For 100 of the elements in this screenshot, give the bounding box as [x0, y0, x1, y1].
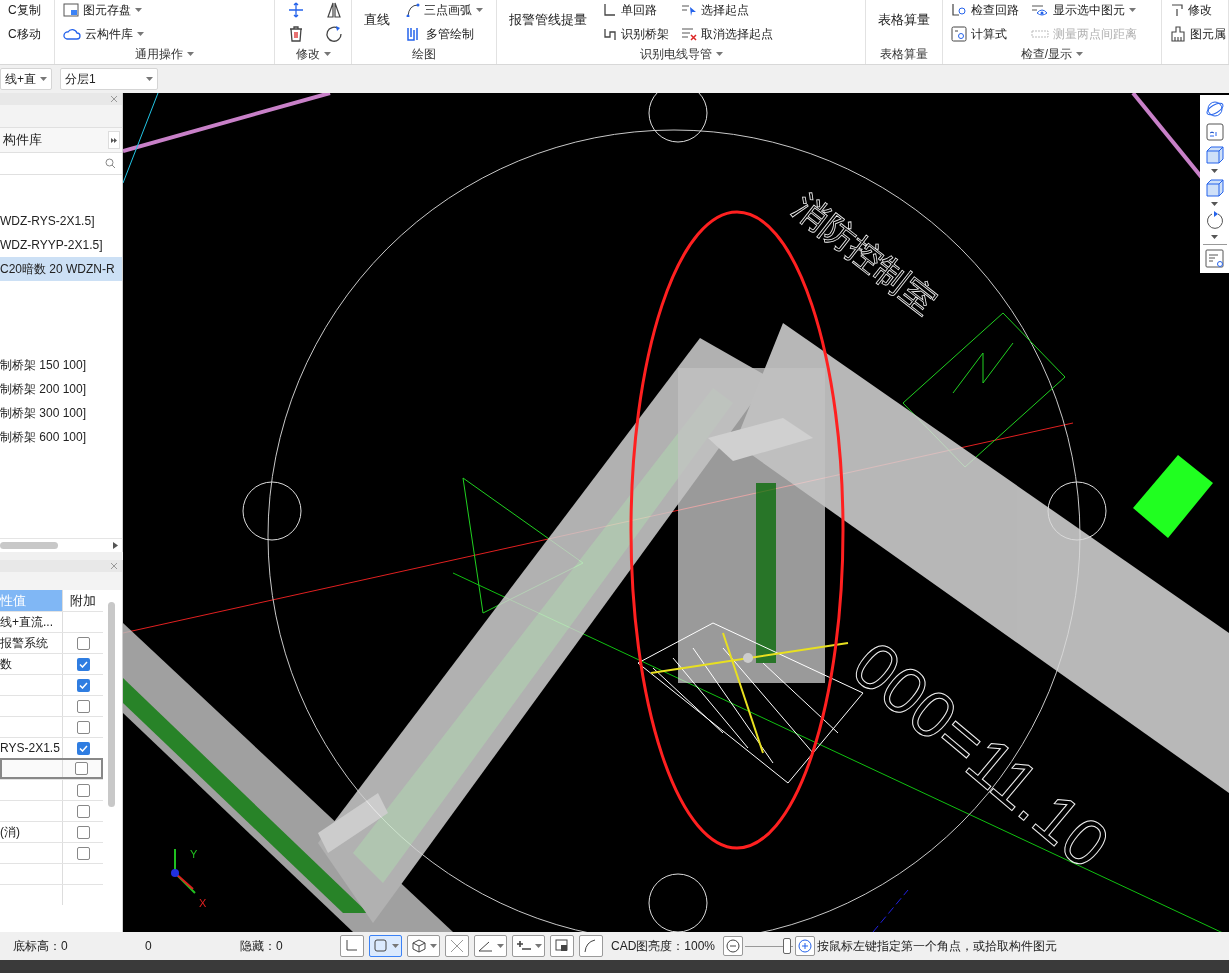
tree-item[interactable]: WDZ-RYYP-2X1.5] [0, 233, 122, 257]
calculator-icon [951, 26, 967, 42]
ribbon-button[interactable]: 三点画弧 [406, 0, 483, 20]
eye-icon [1031, 3, 1049, 17]
scrollbar-thumb[interactable] [0, 542, 58, 549]
status-hint: 按鼠标左键指定第一个角点，或拾取构件图元 [817, 938, 1058, 955]
minus-icon [726, 939, 741, 953]
table-cell-text: RYS-2X1.5 [0, 740, 61, 757]
scroll-right-icon[interactable] [113, 542, 118, 549]
ribbon-group-label[interactable]: 修改 [295, 45, 331, 63]
close-icon[interactable] [110, 95, 118, 103]
ribbon-button[interactable]: 报警管线提量 [505, 0, 591, 40]
ribbon-button[interactable]: 云构件库 [63, 24, 144, 44]
pointer-icon [681, 3, 697, 17]
ribbon-button[interactable]: 显示选中图元 [1031, 0, 1137, 20]
checkbox[interactable] [76, 678, 90, 692]
ribbon-button[interactable]: 识别桥架 [603, 24, 669, 44]
checkbox[interactable] [76, 699, 90, 713]
scrollbar-thumb[interactable] [107, 602, 115, 807]
trash-icon [288, 25, 304, 43]
rotate-icon [325, 25, 343, 43]
arc-icon [406, 3, 420, 17]
ribbon-button[interactable]: 单回路 [603, 0, 669, 20]
zoom-in-button[interactable] [795, 936, 816, 956]
ribbon-button[interactable]: 检查回路 [951, 0, 1019, 20]
checkbox[interactable] [76, 825, 90, 839]
tree-item[interactable]: C20暗数 20 WDZN-R [0, 257, 122, 281]
rect-tool-icon [372, 937, 390, 955]
tree-item[interactable]: 制桥架 150 100] [0, 353, 122, 377]
checkbox[interactable] [76, 783, 90, 797]
layer-dropdown[interactable]: 线+直 [0, 68, 52, 90]
checkbox[interactable] [76, 636, 90, 650]
ribbon-button[interactable]: 图元存盘 [63, 0, 144, 20]
table-cell-text: 线+直流... [0, 614, 54, 631]
ribbon-group-label[interactable]: 绘图 [412, 45, 436, 63]
checkbox[interactable] [75, 762, 89, 775]
rotate-icon[interactable] [1204, 211, 1225, 231]
ribbon-button[interactable]: C移动 [8, 24, 41, 44]
ribbon-button[interactable]: 直线 [360, 0, 394, 40]
cross-tool-icon [448, 937, 466, 955]
save-icon [63, 3, 79, 17]
layer-dropdown[interactable]: 分层1 [60, 68, 158, 90]
loop-icon [603, 3, 617, 17]
ribbon-button[interactable]: 表格算量 [874, 0, 934, 40]
axis-label: X [199, 897, 207, 909]
room-label: 消防控制室 [786, 186, 945, 322]
tree-item[interactable]: 制桥架 300 100] [0, 401, 122, 425]
cube-icon[interactable] [1204, 145, 1225, 165]
caret-icon [146, 76, 153, 82]
table-row[interactable]: 报警系统 [0, 632, 103, 653]
ribbon-group-label[interactable]: 通用操作 [135, 45, 194, 63]
move-icon [287, 1, 305, 19]
ruler-icon [1031, 28, 1049, 40]
tool-button[interactable] [407, 935, 440, 957]
ribbon-group-label[interactable]: 识别电线导管 [639, 45, 723, 63]
table-row[interactable] [0, 758, 103, 779]
brightness-slider[interactable] [745, 936, 794, 956]
table-row[interactable]: 数 [0, 653, 103, 674]
expand-button[interactable] [108, 131, 120, 149]
plus-icon [798, 939, 813, 953]
tree-item[interactable]: WDZ-RYS-2X1.5] [0, 209, 122, 233]
ribbon-group-label[interactable]: 表格算量 [880, 45, 928, 63]
status-field: 0 [135, 937, 235, 955]
ribbon-button[interactable]: 修改 [1170, 0, 1226, 20]
close-icon[interactable] [110, 562, 118, 570]
ribbon-button[interactable]: 计算式 [951, 24, 1019, 44]
tree-item[interactable]: 制桥架 600 100] [0, 425, 122, 449]
orbit-icon[interactable] [1204, 99, 1225, 119]
dashed-line [872, 889, 909, 932]
ribbon-button[interactable]: 选择起点 [681, 0, 773, 20]
ribbon-button[interactable]: 取消选择起点 [681, 24, 773, 44]
table-row[interactable]: (消) [0, 821, 103, 842]
caret-icon[interactable] [1211, 202, 1218, 207]
ribbon-button[interactable]: C复制 [8, 0, 41, 20]
properties-view-icon[interactable] [1204, 249, 1225, 269]
checkbox[interactable] [76, 657, 90, 671]
zoom-out-button[interactable] [723, 936, 744, 956]
view-2d-icon[interactable] [1205, 123, 1224, 141]
tool-button[interactable] [512, 935, 545, 957]
caret-icon[interactable] [1211, 169, 1218, 174]
cube-tool-icon [410, 937, 428, 955]
table-cell-text: 数 [0, 656, 13, 673]
status-field: 底标高：0 [0, 937, 135, 955]
ribbon-group-label[interactable]: 检查/显示 [1020, 45, 1084, 63]
tool-button[interactable] [550, 935, 574, 957]
check-loop-icon [951, 3, 967, 17]
checkbox[interactable] [76, 846, 90, 860]
table-row[interactable]: 线+直流... [0, 611, 103, 632]
cloud-icon [63, 27, 81, 41]
slider-thumb[interactable] [783, 938, 792, 954]
checkbox[interactable] [76, 804, 90, 818]
cube-icon[interactable] [1204, 178, 1225, 198]
tree-item[interactable]: 制桥架 200 100] [0, 377, 122, 401]
double-arrow-icon [111, 137, 117, 143]
checkbox[interactable] [76, 741, 90, 755]
brush-icon [1170, 26, 1186, 42]
caret-icon[interactable] [1211, 235, 1218, 240]
ribbon-button[interactable]: 图元属 [1170, 24, 1226, 44]
checkbox[interactable] [76, 720, 90, 734]
ribbon-button[interactable]: 多管绘制 [406, 24, 483, 44]
